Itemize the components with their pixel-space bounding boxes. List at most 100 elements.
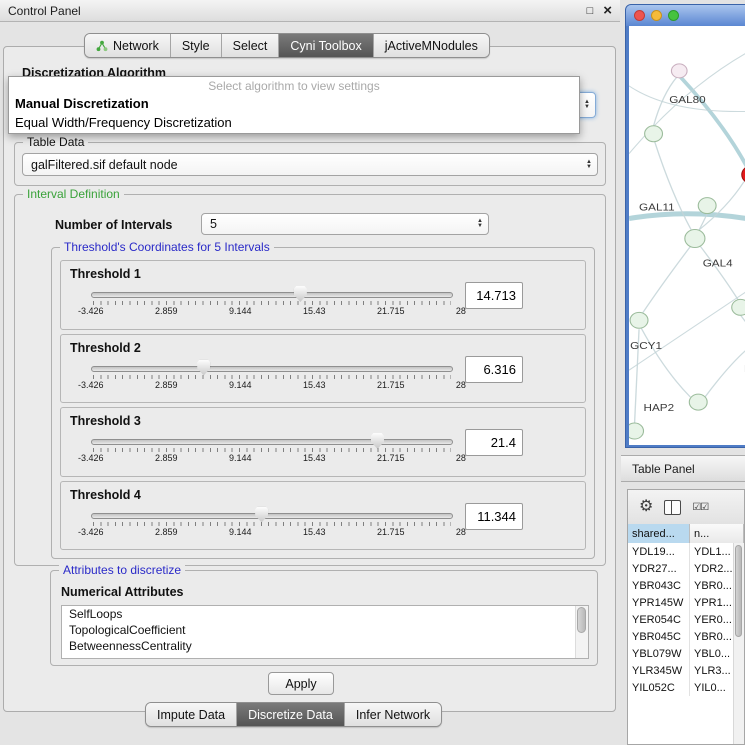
select-columns-icon[interactable]: ☑☑ [692,502,708,513]
table-row[interactable]: YPR145WYPR1... [628,594,734,611]
tab-style[interactable]: Style [171,34,222,57]
threshold-slider[interactable]: -3.4262.8599.14415.4321.71528 [91,432,453,466]
table-cell[interactable]: YBR045C [628,628,690,645]
table-cell[interactable]: YPR145W [628,594,690,611]
column-header-shared-name[interactable]: shared... [628,524,690,543]
slider-thumb[interactable] [294,286,307,302]
table-cell[interactable]: YPR1... [690,594,734,611]
table-cell[interactable]: YER0... [690,611,734,628]
table-scrollbar[interactable] [733,543,744,744]
attribute-item[interactable]: SelfLoops [62,606,588,622]
screen: Control Panel □ × Network Style Select C… [0,0,745,745]
tab-jactivemodules[interactable]: jActiveMNodules [374,34,489,57]
table-data-group: Table Data galFiltered.sif default node … [14,142,606,186]
table-cell[interactable]: YLR345W [628,662,690,679]
slider-thumb[interactable] [371,433,384,449]
table-cell[interactable]: YDL19... [628,543,690,560]
tab-impute-data[interactable]: Impute Data [146,703,237,726]
algorithm-option-equal-width[interactable]: Equal Width/Frequency Discretization [9,113,579,132]
threshold-slider[interactable]: -3.4262.8599.14415.4321.71528 [91,285,453,319]
network-window-titlebar[interactable] [626,5,745,26]
table-cell[interactable]: YIL052C [628,679,690,696]
numerical-attributes-label: Numerical Attributes [61,585,183,599]
window-icons: □ × [587,0,612,22]
table-cell[interactable]: YLR3... [690,662,734,679]
attributes-title: Attributes to discretize [59,563,185,577]
table-cell[interactable]: YDR2... [690,560,734,577]
table-cell[interactable]: YIL0... [690,679,734,696]
table-cell[interactable]: YDL1... [690,543,734,560]
svg-text:GAL11: GAL11 [639,202,675,213]
tab-select[interactable]: Select [222,34,280,57]
tab-label: Network [113,39,159,53]
slider-track[interactable] [91,439,453,445]
threshold-slider[interactable]: -3.4262.8599.14415.4321.71528 [91,359,453,393]
slider-thumb[interactable] [197,360,210,376]
threshold-value-field[interactable]: 6.316 [465,356,523,383]
threshold-panel: Threshold 1-3.4262.8599.14415.4321.71528… [60,260,586,330]
table-row[interactable]: YLR345WYLR3... [628,662,734,679]
attributes-scrollbar[interactable] [575,606,588,658]
tick-label: 9.144 [229,306,252,316]
gear-icon[interactable]: ⚙ [639,499,653,515]
threshold-slider[interactable]: -3.4262.8599.14415.4321.71528 [91,506,453,540]
threshold-label: Threshold 2 [70,341,141,355]
attributes-list[interactable]: SelfLoopsTopologicalCoefficientBetweenne… [61,605,589,659]
threshold-value-field[interactable]: 11.344 [465,503,523,530]
close-traffic-light-icon[interactable] [634,10,645,21]
svg-text:GAL4: GAL4 [703,258,733,269]
tick-label: 9.144 [229,453,252,463]
zoom-traffic-light-icon[interactable] [668,10,679,21]
bottom-tab-bar: Impute Data Discretize Data Infer Networ… [145,702,442,727]
tick-label: 15.43 [303,527,326,537]
attribute-item[interactable]: TopologicalCoefficient [62,622,588,638]
table-cell[interactable]: YER054C [628,611,690,628]
svg-text:HAP2: HAP2 [644,403,675,414]
close-panel-icon[interactable]: × [603,4,612,18]
minimize-traffic-light-icon[interactable] [651,10,662,21]
table-row[interactable]: YDL19...YDL1... [628,543,734,560]
table-cell[interactable]: YBR0... [690,577,734,594]
threshold-panel: Threshold 4-3.4262.8599.14415.4321.71528… [60,481,586,551]
network-canvas[interactable]: GAL80GAL11GAL4GCY1HAP2GAH [629,26,745,445]
float-window-icon[interactable]: □ [587,6,594,17]
table-cell[interactable]: YDR27... [628,560,690,577]
columns-icon[interactable] [664,500,681,515]
thresholds-container: Threshold 1-3.4262.8599.14415.4321.71528… [60,260,586,550]
table-cell[interactable]: YBL079W [628,645,690,662]
algorithm-option-manual[interactable]: Manual Discretization [9,94,579,113]
table-data-select[interactable]: galFiltered.sif default node ▲▼ [22,153,598,176]
table-scrollbar-thumb[interactable] [735,545,742,637]
attribute-item[interactable]: BetweennessCentrality [62,638,588,654]
threshold-value-field[interactable]: 14.713 [465,282,523,309]
table-cell[interactable]: YBL0... [690,645,734,662]
table-row[interactable]: YER054CYER0... [628,611,734,628]
thresholds-group: Threshold's Coordinates for 5 Intervals … [51,247,595,559]
table-rows: YDL19...YDL1...YDR27...YDR2...YBR043CYBR… [628,543,734,744]
tab-label: Select [233,39,268,53]
number-of-intervals-select[interactable]: 5 ▲▼ [201,213,489,235]
table-row[interactable]: YBL079WYBL0... [628,645,734,662]
threshold-value-field[interactable]: 21.4 [465,429,523,456]
table-row[interactable]: YIL052CYIL0... [628,679,734,696]
interval-definition-group: Interval Definition Number of Intervals … [14,194,606,566]
tick-label: 2.859 [155,453,178,463]
tab-network[interactable]: Network [85,34,171,57]
table-cell[interactable]: YBR043C [628,577,690,594]
apply-button[interactable]: Apply [268,672,334,695]
slider-track[interactable] [91,292,453,298]
slider-thumb[interactable] [255,507,268,523]
table-row[interactable]: YBR043CYBR0... [628,577,734,594]
table-row[interactable]: YDR27...YDR2... [628,560,734,577]
tab-discretize-data[interactable]: Discretize Data [237,703,345,726]
tick-label: -3.426 [78,453,104,463]
table-cell[interactable]: YBR0... [690,628,734,645]
scrollbar-thumb[interactable] [577,607,586,633]
slider-track[interactable] [91,366,453,372]
table-row[interactable]: YBR045CYBR0... [628,628,734,645]
slider-track[interactable] [91,513,453,519]
tab-cyni-toolbox[interactable]: Cyni Toolbox [279,34,373,57]
column-header-name[interactable]: n... [690,524,744,543]
tab-infer-network[interactable]: Infer Network [345,703,441,726]
threshold-panel: Threshold 3-3.4262.8599.14415.4321.71528… [60,407,586,477]
